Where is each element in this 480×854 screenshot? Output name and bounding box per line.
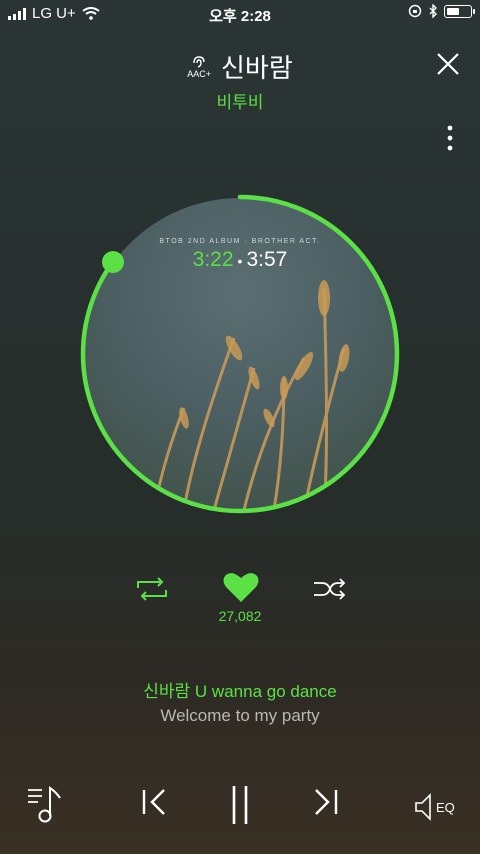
hi-fi-icon bbox=[193, 55, 205, 68]
more-options-icon[interactable] bbox=[442, 124, 458, 152]
progress-ring[interactable] bbox=[78, 192, 402, 516]
shuffle-icon[interactable] bbox=[312, 576, 348, 602]
player-header: AAC+ 신바람 비투비 bbox=[0, 46, 480, 112]
title-row: AAC+ 신바람 bbox=[0, 48, 480, 85]
progress-knob[interactable] bbox=[101, 250, 124, 273]
next-icon[interactable] bbox=[312, 782, 340, 822]
playlist-icon[interactable] bbox=[26, 782, 66, 826]
battery-icon bbox=[444, 4, 475, 18]
like-count: 27,082 bbox=[218, 608, 262, 624]
heart-icon[interactable] bbox=[222, 570, 260, 604]
pause-icon[interactable] bbox=[228, 782, 252, 828]
quality-label: AAC+ bbox=[187, 68, 211, 79]
status-right bbox=[408, 4, 475, 18]
rotation-lock-icon bbox=[408, 4, 422, 18]
close-icon[interactable] bbox=[434, 50, 462, 78]
playback-controls: EQ bbox=[0, 782, 480, 832]
action-row: 27,082 bbox=[0, 568, 480, 628]
song-title: 신바람 bbox=[221, 53, 293, 83]
speaker-icon bbox=[415, 793, 431, 821]
status-bar: LG U+ 오후 2:28 bbox=[0, 0, 480, 26]
bluetooth-icon bbox=[429, 4, 437, 18]
album-disc[interactable]: BTOB 2ND ALBUM · BROTHER ACT. 3:22 • 3:57 bbox=[78, 192, 402, 516]
quality-badge: AAC+ bbox=[187, 55, 211, 79]
eq-button[interactable]: EQ bbox=[414, 792, 455, 822]
eq-label: EQ bbox=[436, 799, 455, 815]
artist-name[interactable]: 비투비 bbox=[0, 88, 480, 113]
repeat-icon[interactable] bbox=[134, 576, 170, 602]
previous-icon[interactable] bbox=[140, 782, 168, 822]
lyric-current[interactable]: 신바람 U wanna go dance bbox=[0, 677, 480, 702]
lyric-next[interactable]: Welcome to my party bbox=[0, 706, 480, 726]
